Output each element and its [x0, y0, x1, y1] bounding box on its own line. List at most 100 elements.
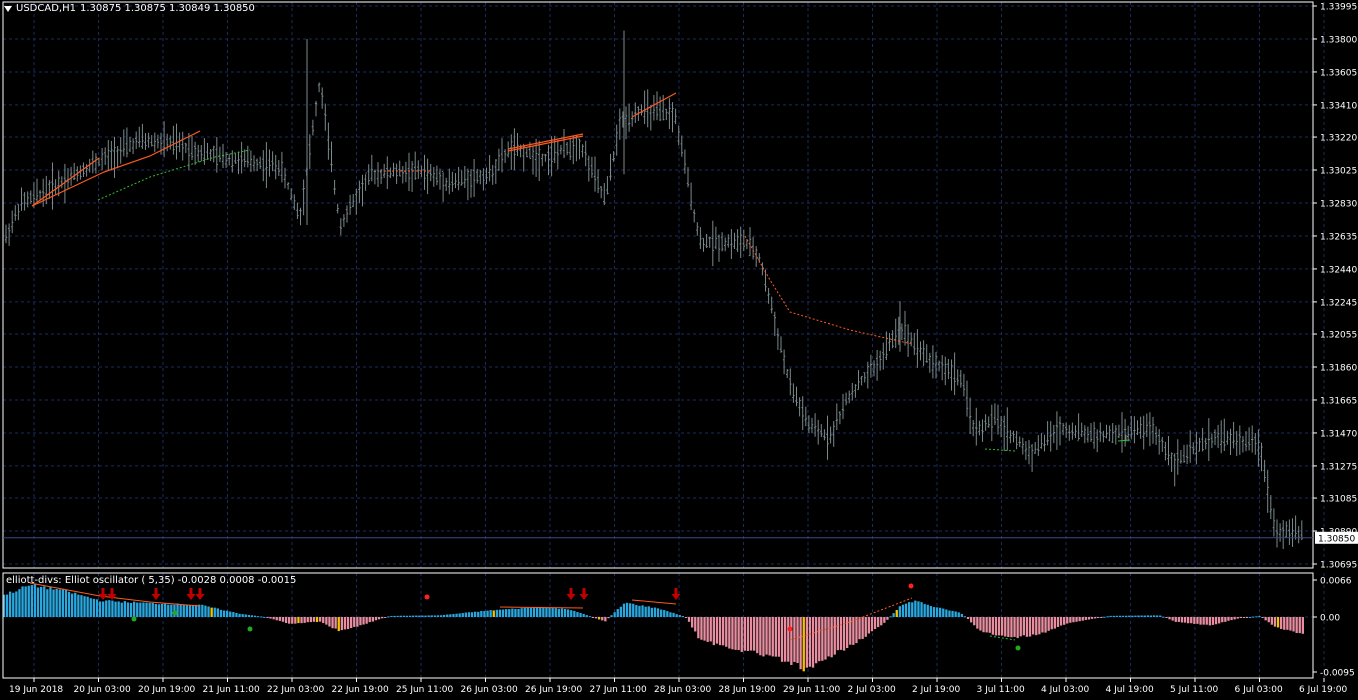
oscillator-bar-negative — [1224, 617, 1227, 622]
time-label: 4 Jul 03:00 — [1041, 685, 1090, 695]
oscillator-bar-positive — [21, 586, 24, 617]
oscillator-bar-positive — [653, 607, 657, 617]
time-label: 22 Jun 19:00 — [332, 685, 389, 695]
oscillator-bar-negative — [1168, 617, 1171, 620]
time-label: 25 Jun 11:00 — [396, 685, 453, 695]
oscillator-bar-positive — [573, 610, 576, 617]
oscillator-bar-positive — [660, 609, 663, 617]
green-signal-dot — [247, 626, 253, 632]
oscillator-bar-negative — [749, 617, 753, 651]
oscillator-bar-negative — [1214, 617, 1218, 625]
osc-divergence-line — [631, 599, 677, 605]
price-scale: 1.33995 1.33800 1.33605 1.33410 1.33220 1.330… — [1313, 3, 1358, 571]
oscillator-bar-positive — [195, 604, 198, 617]
oscillator-bar-positive — [446, 614, 449, 617]
oscillator-bar-negative — [1205, 617, 1208, 625]
oscillator-bar-negative — [278, 617, 281, 621]
time-label: 27 Jun 11:00 — [590, 685, 647, 695]
oscillator-bar-positive — [647, 606, 650, 617]
oscillator-bar-positive — [474, 611, 477, 617]
oscillator-bar-negative — [1298, 617, 1301, 634]
oscillator-bar-negative — [1267, 617, 1270, 623]
oscillator-bar-positive — [9, 591, 12, 617]
oscillator-bar-positive — [914, 600, 917, 617]
oscillator-bar-negative — [1280, 617, 1283, 629]
oscillator-bar-negative — [715, 617, 719, 644]
oscillator-bar-positive — [263, 616, 266, 618]
oscillator-bar-negative — [1165, 617, 1168, 618]
oscillator-bar-positive — [532, 607, 536, 617]
oscillator-bar-negative — [1286, 617, 1289, 630]
oscillator-bar-negative — [771, 617, 774, 657]
bearish-divergence-line — [31, 157, 100, 207]
oscillator-bar-positive — [622, 603, 626, 617]
oscillator-bar-positive — [160, 603, 164, 617]
time-label: 2 Jul 19:00 — [912, 685, 961, 695]
down-arrow-shape — [579, 588, 589, 600]
oscillator-bar-positive — [619, 606, 622, 617]
oscillator-bar-positive — [567, 609, 570, 617]
oscillator-bar-positive — [483, 611, 486, 617]
oscillator-bar-positive — [1146, 615, 1149, 617]
oscillator-bar-positive — [80, 595, 83, 617]
oscillator-bar-positive — [18, 589, 21, 617]
oscillator-bar-positive — [229, 611, 232, 617]
osc-scale-label: 0.00 — [1320, 614, 1340, 624]
oscillator-bar-negative — [1016, 617, 1019, 639]
chart-canvas[interactable]: 1.33995 1.33800 1.33605 1.33410 1.33220 1.330… — [0, 0, 1358, 700]
oscillator-bar-positive — [517, 608, 520, 617]
green-signal-dot — [1015, 645, 1021, 651]
oscillator-bar-positive — [942, 608, 945, 617]
oscillator-bar-positive — [539, 607, 542, 617]
oscillator-bar-positive — [523, 607, 526, 617]
oscillator-bar-positive — [133, 601, 136, 617]
oscillator-bar-positive — [154, 603, 157, 617]
symbol-title[interactable]: USDCAD,H1 1.30875 1.30875 1.30849 1.3085… — [4, 3, 255, 14]
bearish-divergence-line — [507, 135, 584, 152]
oscillator-bar-negative — [709, 617, 712, 642]
oscillator-bar-positive — [514, 608, 517, 617]
oscillator-bar-negative — [1236, 617, 1239, 619]
oscillator-bar-positive — [920, 602, 923, 617]
oscillator-bar-positive — [613, 612, 616, 617]
oscillator-bar-positive — [464, 612, 467, 617]
oscillator-bar-positive — [545, 607, 548, 617]
oscillator-bar-positive — [939, 607, 942, 617]
oscillator-bar-negative — [731, 617, 734, 650]
oscillator-bar-negative — [1245, 617, 1249, 618]
oscillator-bar-positive — [650, 607, 653, 617]
oscillator-bar-negative — [346, 617, 350, 630]
oscillator-bar-negative — [883, 617, 886, 623]
oscillator-bar-negative — [802, 617, 805, 672]
dropdown-triangle-icon[interactable] — [4, 5, 12, 12]
oscillator-bar-negative — [353, 617, 356, 627]
oscillator-bar-positive — [151, 602, 154, 617]
time-label: 29 Jun 11:00 — [783, 685, 840, 695]
oscillator-bar-positive — [663, 610, 666, 617]
oscillator-bar-negative — [988, 617, 991, 633]
oscillator-bar-negative — [846, 617, 849, 649]
oscillator-bar-positive — [226, 610, 229, 617]
oscillator-bar-negative — [811, 617, 815, 668]
oscillator-bar-positive — [219, 609, 223, 617]
oscillator-bar-negative — [833, 617, 836, 655]
oscillator-bar-positive — [656, 608, 660, 617]
oscillator-bar-positive — [399, 615, 402, 617]
oscillator-bar-positive — [467, 612, 471, 617]
time-label: 5 Jul 11:00 — [1170, 685, 1219, 695]
oscillator-bar-negative — [849, 617, 852, 645]
oscillator-bar-positive — [49, 586, 52, 617]
oscillator-bar-negative — [300, 617, 303, 624]
oscillator-bar-positive — [188, 604, 192, 617]
oscillator-bar-negative — [799, 617, 802, 670]
oscillator-bar-positive — [576, 612, 579, 617]
time-label: 26 Jun 03:00 — [461, 685, 518, 695]
oscillator-bar-negative — [384, 617, 387, 618]
oscillator-bar-negative — [1066, 617, 1069, 624]
oscillator-bar-positive — [526, 607, 529, 617]
oscillator-bar-negative — [762, 617, 765, 657]
oscillator-bar-negative — [867, 617, 870, 634]
time-label: 3 Jul 11:00 — [977, 685, 1026, 695]
oscillator-title: elliott-divs: Elliot oscillator ( 5,35) … — [6, 575, 297, 586]
oscillator-bar-negative — [1075, 617, 1078, 622]
